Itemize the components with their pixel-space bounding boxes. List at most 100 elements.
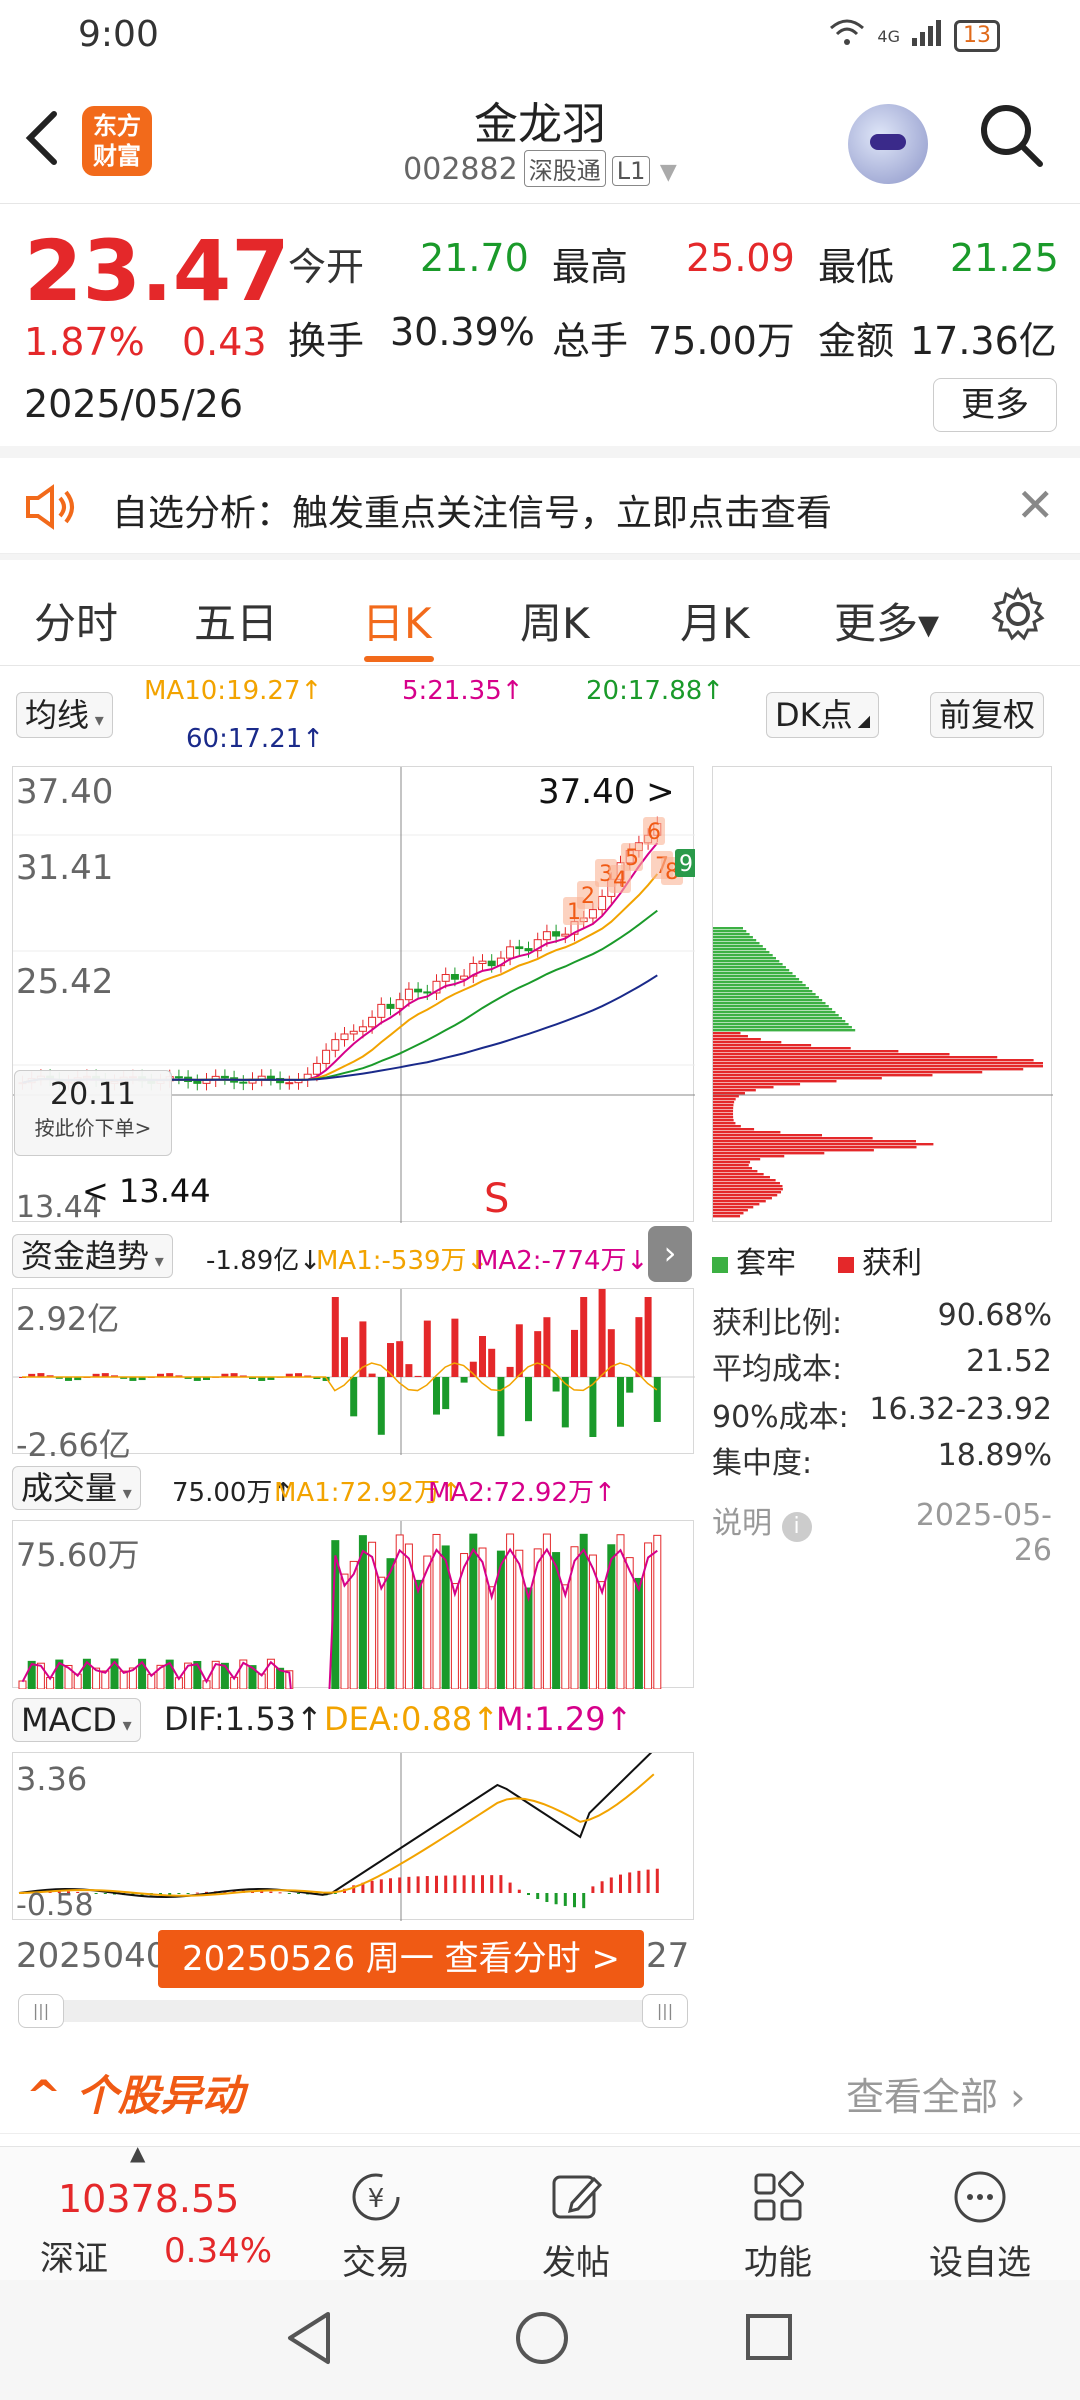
ma10-value: MA10:19.27↑ [144,676,323,706]
chip-explain-link[interactable]: 说明 i [712,1498,812,1542]
apps-grid-icon [748,2167,808,2227]
low-label: 最低 [818,245,895,289]
more-button[interactable]: 更多 [933,378,1057,432]
volume-selector[interactable]: 成交量 ▾ [12,1466,141,1510]
ma5-value: 5:21.35↑ [402,676,524,706]
sell-signal: S [484,1176,510,1222]
adjust-button[interactable]: 前复权 [930,692,1045,738]
nav-trade[interactable]: ¥ 交易 [316,2167,436,2284]
stock-movement-section[interactable]: ^ 个股异动 查看全部 › [0,2044,1080,2134]
chip-svg [713,927,1053,1218]
high-value: 25.09 [686,236,795,280]
index-expand-icon[interactable]: ▲ [130,2141,145,2165]
tab-more[interactable]: 更多▾ [834,590,939,651]
change-percent: 1.87% [24,320,145,364]
close-icon[interactable]: ✕ [1016,478,1055,532]
nav-add-watchlist[interactable]: 设自选 [920,2167,1040,2284]
svg-text:¥: ¥ [368,2184,385,2214]
amount-label: 金额 [818,319,895,363]
kline-axis-2: 31.41 [16,848,114,888]
tab-five-day[interactable]: 五日 [194,590,278,651]
open-value: 21.70 [420,236,529,280]
fund-ma2: MA2:-774万↓ [476,1246,649,1276]
ma60-value: 60:17.21↑ [186,724,325,754]
macd-chart[interactable] [12,1749,694,1921]
tab-weekly-k[interactable]: 周K [520,590,590,651]
scroll-handle-right[interactable]: ||| [642,1994,688,2028]
profit-ratio-label: 获利比例: [712,1306,843,1341]
tab-daily-k[interactable]: 日K [362,590,432,651]
timeline-scrollbar[interactable]: ||| ||| [18,1994,688,2028]
view-all-label: 查看全部 [846,2075,999,2119]
chevron-right-icon: › [1010,2075,1026,2119]
divider [0,446,1080,458]
nav-functions[interactable]: 功能 [718,2167,838,2284]
tab-intraday[interactable]: 分时 [34,590,118,651]
signal-icon [910,18,944,54]
system-nav-bar [0,2280,1080,2400]
cost90-value: 16.32-23.92 [869,1392,1052,1427]
legend-profit-label: 获利 [862,1246,922,1281]
dk-label: DK点 [775,696,853,734]
crosshair-price: 20.11 [50,1077,136,1112]
dropdown-arrow-icon: ▼ [659,160,677,185]
dk-point-button[interactable]: DK点 ◢ [766,692,880,738]
fund-ma1: MA1:-539万↓ [316,1246,489,1276]
cost90-label: 90%成本: [712,1400,849,1435]
chip-legend-trap: 套牢 [712,1238,796,1282]
macd-dea: DEA:0.88↑ [324,1700,500,1738]
index-value[interactable]: 10378.55 [58,2177,239,2221]
gear-icon[interactable] [990,586,1046,642]
ma-selector[interactable]: 均线 ▾ [16,692,113,738]
avg-cost-label: 平均成本: [712,1352,843,1387]
macd-selector[interactable]: MACD ▾ [12,1698,141,1742]
expand-arrow-icon[interactable]: › [648,1226,692,1282]
battery-icon: 13 [954,20,1000,52]
ma-selector-label: 均线 [25,696,90,734]
more-dots-icon [950,2167,1010,2227]
nav-post[interactable]: 发帖 [516,2167,636,2284]
nav-add-watchlist-label: 设自选 [929,2243,1031,2283]
edit-icon [546,2167,606,2227]
macd-m: M:1.29↑ [496,1700,633,1738]
fund-axis-top: 2.92亿 [16,1300,120,1338]
system-back-icon[interactable] [284,2310,334,2370]
signal-notice[interactable]: 自选分析：触发重点关注信号，立即点击查看 ✕ [0,458,1080,554]
crosshair-price-box[interactable]: 20.11 按此价下单> [14,1070,172,1156]
system-recents-icon[interactable] [744,2312,794,2366]
search-icon[interactable] [978,102,1044,168]
low-value: 21.25 [950,236,1059,280]
open-row: 今开 [288,236,364,291]
quote-date: 2025/05/26 [24,382,244,426]
notice-text: 自选分析：触发重点关注信号，立即点击查看 [112,493,833,534]
kline-low-marker: < 13.44 [82,1172,211,1210]
svg-text:6: 6 [647,820,661,845]
fund-trend-selector[interactable]: 资金趋势 ▾ [12,1234,173,1278]
legend-trap-label: 套牢 [736,1246,796,1281]
tab-monthly-k[interactable]: 月K [680,590,750,651]
status-icons: 4G 13 [827,18,1000,54]
system-home-icon[interactable] [514,2310,570,2370]
status-bar: 9:00 4G 13 [0,0,1080,72]
volume-selector-label: 成交量 [21,1469,118,1507]
macd-svg [18,1749,659,1921]
avg-cost-value: 21.52 [966,1344,1052,1379]
stock-header: 东方 财富 金龙羽 002882 深股通 L1 ▼ [0,80,1080,204]
movement-title-row: ^ 个股异动 [26,2062,244,2123]
view-all-link[interactable]: 查看全部 › [846,2066,1025,2121]
volume-label: 总手 [552,319,629,363]
active-tab-indicator [364,656,434,662]
chip-date: 2025-05-26 [915,1498,1052,1568]
movement-title: 个股异动 [75,2071,244,2120]
trade-icon: ¥ [346,2167,406,2227]
open-label: 今开 [288,245,365,289]
view-intraday-banner[interactable]: 20250526 周一 查看分时 > [158,1930,644,1988]
chip-legend-profit: 获利 [838,1238,922,1282]
assistant-robot-icon[interactable] [848,104,928,184]
timeline-end-date: 27 [646,1936,690,1976]
svg-text:4: 4 [613,868,627,893]
period-tabs: 分时 五日 日K 周K 月K 更多▾ [0,560,1080,666]
chip-distribution-chart [712,766,1053,1222]
volume-value: 75.00万 [648,319,795,363]
scroll-handle-left[interactable]: ||| [18,1994,64,2028]
